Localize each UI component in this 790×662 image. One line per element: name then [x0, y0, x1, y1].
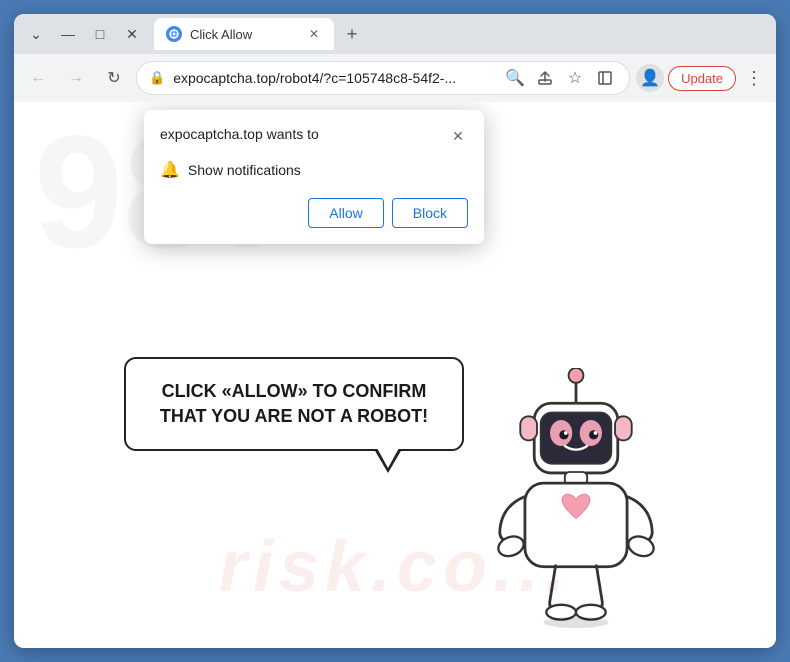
tab-favicon	[166, 26, 182, 42]
back-button[interactable]: ←	[22, 62, 54, 94]
share-icon[interactable]	[533, 66, 557, 90]
nav-bar: ← → ↻ 🔒 expocaptcha.top/robot4/?c=105748…	[14, 54, 776, 102]
tab-close-button[interactable]: ✕	[306, 26, 322, 42]
minimize-button[interactable]: —	[54, 20, 82, 48]
chevron-down-icon[interactable]: ⌄	[22, 20, 50, 48]
lock-icon: 🔒	[149, 70, 165, 86]
notification-row: 🔔 Show notifications	[160, 156, 468, 184]
update-button[interactable]: Update	[668, 66, 736, 91]
bookmark-icon[interactable]: ☆	[563, 66, 587, 90]
maximize-button[interactable]: □	[86, 20, 114, 48]
search-icon[interactable]: 🔍	[503, 66, 527, 90]
tab-title: Click Allow	[190, 27, 298, 42]
window-controls: ⌄ — □ ✕	[22, 20, 146, 48]
allow-button[interactable]: Allow	[308, 198, 383, 228]
robot-svg	[476, 368, 676, 628]
bubble-text: CLICK «ALLOW» TO CONFIRM THAT YOU ARE NO…	[160, 381, 428, 426]
popup-buttons: Allow Block	[160, 198, 468, 228]
block-button[interactable]: Block	[392, 198, 468, 228]
browser-window: ⌄ — □ ✕ Click Allow ✕ + ← → ↻	[14, 14, 776, 648]
sidebar-icon[interactable]	[593, 66, 617, 90]
forward-button[interactable]: →	[60, 62, 92, 94]
nav-right-controls: 👤 Update ⋮	[636, 64, 768, 92]
popup-close-button[interactable]: ✕	[448, 126, 468, 146]
robot-character	[476, 368, 676, 628]
address-bar-icons: 🔍 ☆	[503, 66, 617, 90]
title-bar: ⌄ — □ ✕ Click Allow ✕ +	[14, 14, 776, 54]
address-bar[interactable]: 🔒 expocaptcha.top/robot4/?c=105748c8-54f…	[136, 61, 630, 95]
tab-area: Click Allow ✕ +	[154, 18, 768, 50]
notification-text: Show notifications	[188, 162, 301, 178]
popup-title: expocaptcha.top wants to	[160, 126, 319, 142]
notification-popup: expocaptcha.top wants to ✕ 🔔 Show notifi…	[144, 110, 484, 244]
popup-header: expocaptcha.top wants to ✕	[160, 126, 468, 146]
bell-icon: 🔔	[160, 160, 180, 180]
page-content: risk.co... 987 expocaptcha.top wants to …	[14, 102, 776, 648]
close-button[interactable]: ✕	[118, 20, 146, 48]
active-tab[interactable]: Click Allow ✕	[154, 18, 334, 50]
refresh-button[interactable]: ↻	[98, 62, 130, 94]
new-tab-button[interactable]: +	[338, 20, 366, 48]
speech-bubble: CLICK «ALLOW» TO CONFIRM THAT YOU ARE NO…	[124, 357, 464, 451]
url-text: expocaptcha.top/robot4/?c=105748c8-54f2-…	[173, 70, 495, 86]
profile-button[interactable]: 👤	[636, 64, 664, 92]
menu-button[interactable]: ⋮	[740, 64, 768, 92]
